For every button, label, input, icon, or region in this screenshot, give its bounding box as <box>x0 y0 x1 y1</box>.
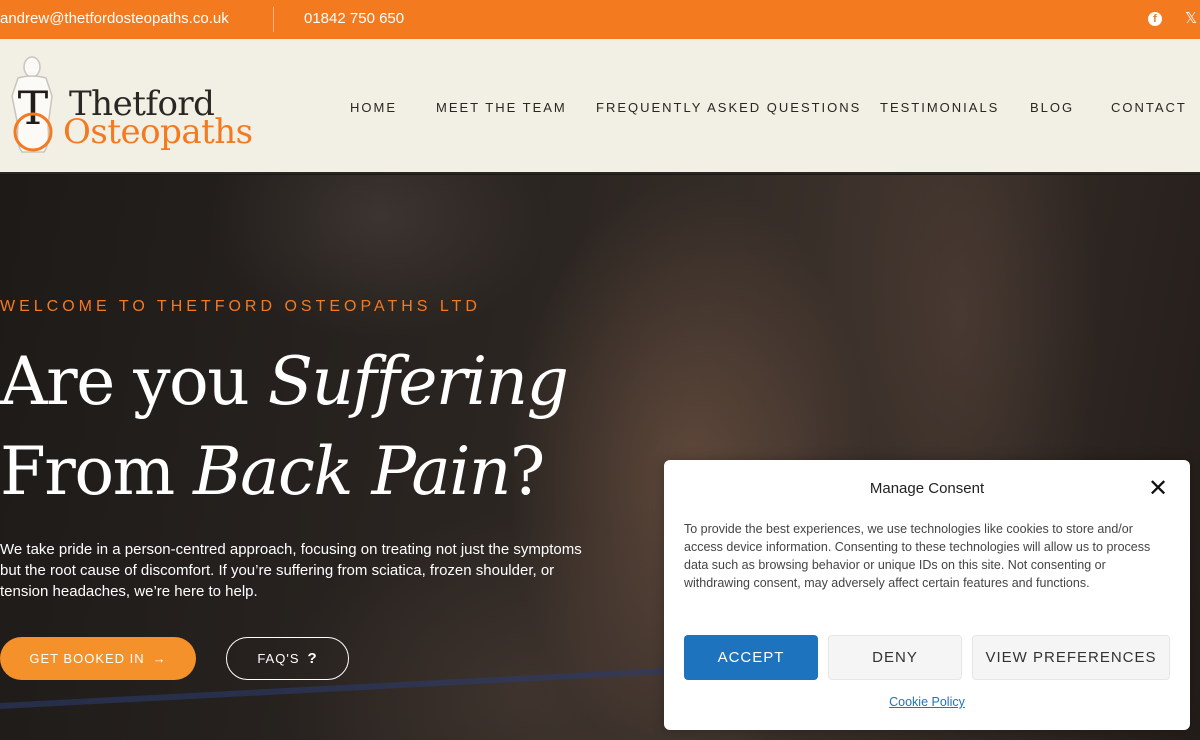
headline-text: From <box>0 433 194 510</box>
site-header: T Thetford Osteopaths HOME MEET THE TEAM… <box>0 39 1200 174</box>
headline-emphasis: Back Pain <box>193 433 511 510</box>
nav-meet-the-team[interactable]: MEET THE TEAM <box>436 100 567 115</box>
get-booked-in-button[interactable]: GET BOOKED IN → <box>0 637 196 680</box>
view-preferences-button[interactable]: VIEW PREFERENCES <box>972 635 1170 680</box>
accept-button[interactable]: ACCEPT <box>684 635 818 680</box>
faq-label: FAQ'S <box>257 651 300 666</box>
cookie-consent-dialog: Manage Consent ✕ To provide the best exp… <box>664 460 1190 730</box>
phone-link[interactable]: 01842 750 650 <box>304 10 404 27</box>
topbar-divider <box>273 7 274 32</box>
deny-button[interactable]: DENY <box>828 635 962 680</box>
hero-eyebrow: WELCOME TO THETFORD OSTEOPATHS LTD <box>0 298 481 315</box>
nav-blog[interactable]: BLOG <box>1030 100 1074 115</box>
hero-description: We take pride in a person-centred approa… <box>0 541 582 600</box>
arrow-right-icon: → <box>152 651 167 666</box>
get-booked-in-label: GET BOOKED IN <box>29 651 145 666</box>
consent-text: To provide the best experiences, we use … <box>684 522 1151 590</box>
nav-contact[interactable]: CONTACT <box>1111 100 1187 115</box>
headline-text: Are you <box>0 343 268 420</box>
nav-testimonials[interactable]: TESTIMONIALS <box>880 100 999 115</box>
question-mark-icon: ? <box>307 650 318 667</box>
logo-text-osteopaths: Osteopaths <box>63 112 253 152</box>
email-link[interactable]: andrew@thetfordosteopaths.co.uk <box>0 10 229 27</box>
consent-title: Manage Consent <box>869 480 985 497</box>
hero-headline-line1: Are you Suffering <box>0 343 569 420</box>
hero-headline-line2: From Back Pain? <box>0 433 545 510</box>
facebook-icon[interactable]: f <box>1148 12 1162 26</box>
close-icon[interactable]: ✕ <box>1148 474 1168 502</box>
cookie-policy-link[interactable]: Cookie Policy <box>664 695 1190 709</box>
faq-button[interactable]: FAQ'S ? <box>226 637 349 680</box>
headline-emphasis: Suffering <box>267 343 569 420</box>
headline-question-mark: ? <box>509 433 545 510</box>
nav-faq[interactable]: FREQUENTLY ASKED QUESTIONS <box>596 100 861 115</box>
svg-text:T: T <box>18 81 49 135</box>
nav-home[interactable]: HOME <box>350 100 397 115</box>
x-twitter-icon[interactable]: 𝕏 <box>1185 9 1197 27</box>
top-bar: andrew@thetfordosteopaths.co.uk 01842 75… <box>0 0 1200 39</box>
site-logo[interactable]: T Thetford Osteopaths <box>8 56 253 156</box>
logo-figure-icon: T <box>11 56 53 153</box>
